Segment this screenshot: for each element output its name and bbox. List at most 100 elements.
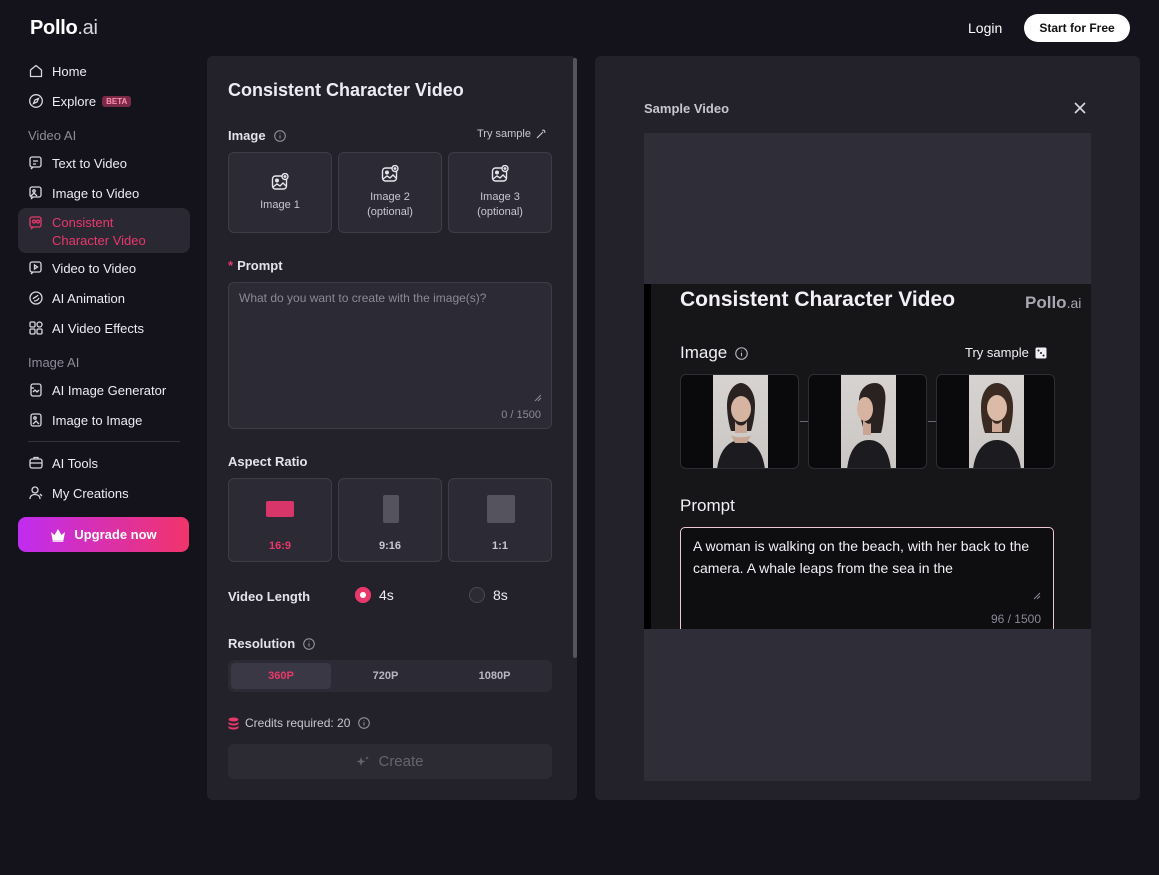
slot-optional-label: (optional) <box>367 206 413 218</box>
radio-unselected-indicator <box>469 587 485 603</box>
image-to-video-icon <box>28 185 44 201</box>
sidebar-item-home[interactable]: Home <box>18 56 190 86</box>
reference-image-card <box>808 374 927 469</box>
video-length-label-row: Video Length <box>228 589 310 604</box>
pollo-logo[interactable]: Pollo.ai <box>30 17 98 40</box>
aspect-ratio-9-16[interactable]: 9:16 <box>338 478 442 562</box>
reference-image-card <box>680 374 799 469</box>
info-icon[interactable] <box>358 717 371 729</box>
video-to-video-icon <box>28 260 44 276</box>
video-frame-content: Consistent Character Video Pollo.ai Imag… <box>644 284 1091 629</box>
sidebar-item-explore[interactable]: Explore BETA <box>18 86 190 116</box>
upgrade-now-button[interactable]: Upgrade now <box>18 517 189 552</box>
prompt-label: Prompt <box>237 258 283 273</box>
sample-video-panel: Sample Video Consistent Character Video … <box>595 56 1140 800</box>
video-try-sample-label: Try sample <box>965 345 1029 360</box>
info-icon[interactable] <box>273 129 286 142</box>
start-for-free-button[interactable]: Start for Free <box>1024 14 1130 42</box>
sidebar-item-ai-video-effects[interactable]: AI Video Effects <box>18 313 190 343</box>
video-prompt-text: A woman is walking on the beach, with he… <box>693 538 1030 576</box>
length-label: 8s <box>493 587 508 603</box>
sidebar-item-label: Image to Video <box>52 185 140 201</box>
user-icon <box>28 485 44 501</box>
video-try-sample: Try sample <box>965 345 1047 360</box>
aspect-ratio-1-1[interactable]: 1:1 <box>448 478 552 562</box>
resolution-option-360p[interactable]: 360P <box>231 663 331 689</box>
toolbox-icon <box>28 455 44 471</box>
consistent-character-icon <box>28 215 44 231</box>
sidebar-divider <box>28 441 180 442</box>
sample-video-player[interactable]: Consistent Character Video Pollo.ai Imag… <box>644 133 1091 781</box>
video-page-title: Consistent Character Video <box>680 288 956 311</box>
sidebar-item-label: AI Animation <box>52 290 125 306</box>
crown-icon <box>50 528 66 542</box>
sidebar-item-label: Home <box>52 63 87 79</box>
sidebar-item-video-to-video[interactable]: Video to Video <box>18 253 190 283</box>
sidebar-item-label: AI Tools <box>52 455 99 471</box>
ratio-label: 16:9 <box>268 540 292 552</box>
length-option-4s[interactable]: 4s <box>355 587 394 603</box>
close-icon[interactable] <box>1072 100 1088 116</box>
resolution-selector: 360P 720P 1080P <box>228 660 552 692</box>
resolution-option-1080p[interactable]: 1080P <box>440 663 549 689</box>
video-image-label-row: Image <box>680 343 749 363</box>
reference-image-card <box>936 374 1055 469</box>
try-sample-label: Try sample <box>477 128 531 140</box>
panel-scrollbar[interactable] <box>573 58 577 658</box>
resolution-label: Resolution <box>228 636 296 651</box>
sidebar-item-text-to-video[interactable]: Text to Video <box>18 148 190 178</box>
image-upload-slot-3[interactable]: Image 3 (optional) <box>448 152 552 233</box>
magic-wand-icon <box>535 128 547 140</box>
prompt-input[interactable] <box>229 283 551 393</box>
prompt-char-count: 0 / 1500 <box>501 409 541 421</box>
login-button[interactable]: Login <box>958 14 1012 42</box>
sidebar-item-ai-image-generator[interactable]: AI Image Generator <box>18 375 190 405</box>
prompt-box: 0 / 1500 <box>228 282 552 429</box>
portrait-photo <box>713 375 768 468</box>
image-upload-slot-2[interactable]: Image 2 (optional) <box>338 152 442 233</box>
home-icon <box>28 63 44 79</box>
aspect-ratio-label-row: Aspect Ratio <box>228 454 307 469</box>
sidebar-item-ai-tools[interactable]: AI Tools <box>18 448 190 478</box>
upgrade-label: Upgrade now <box>74 527 157 542</box>
radio-selected-indicator <box>355 587 371 603</box>
prompt-label-row: * Prompt <box>228 258 283 273</box>
ratio-16-9-shape <box>266 501 294 517</box>
create-label: Create <box>378 753 424 770</box>
sidebar-item-image-to-image[interactable]: Image to Image <box>18 405 190 435</box>
info-icon[interactable] <box>303 637 315 650</box>
length-option-8s[interactable]: 8s <box>469 587 508 603</box>
try-sample-link[interactable]: Try sample <box>477 128 547 140</box>
sidebar-item-label: Consistent Character Video <box>52 215 146 248</box>
video-prompt-box: A woman is walking on the beach, with he… <box>680 527 1054 629</box>
sidebar-item-label: AI Video Effects <box>52 320 145 336</box>
image-upload-slot-1[interactable]: Image 1 <box>228 152 332 233</box>
video-screen: Consistent Character Video Pollo.ai Imag… <box>651 284 1091 629</box>
sidebar-item-label: My Creations <box>52 485 129 501</box>
length-label: 4s <box>379 587 394 603</box>
video-logo: Pollo.ai <box>1025 293 1081 313</box>
portrait-photo-profile <box>841 375 896 468</box>
logo-suffix: .ai <box>77 17 98 39</box>
animation-icon <box>28 290 44 306</box>
resize-handle-icon[interactable] <box>534 394 542 402</box>
video-prompt-count: 96 / 1500 <box>990 612 1041 626</box>
effects-grid-icon <box>28 320 44 336</box>
sidebar-item-label: Image to Image <box>52 412 143 428</box>
create-button[interactable]: Create <box>228 744 552 779</box>
image-label: Image <box>228 128 266 143</box>
sidebar-item-label: AI Image Generator <box>52 382 167 398</box>
aspect-ratio-16-9[interactable]: 16:9 <box>228 478 332 562</box>
sidebar-item-consistent-character-video[interactable]: Consistent Character Video <box>18 208 190 253</box>
sidebar-item-image-to-video[interactable]: Image to Video <box>18 178 190 208</box>
resolution-option-720p[interactable]: 720P <box>331 663 440 689</box>
text-to-video-icon <box>28 155 44 171</box>
image-to-image-icon <box>28 412 44 428</box>
sidebar-nav: Home Explore BETA Video AI Text to Video… <box>18 56 190 508</box>
sidebar-item-ai-animation[interactable]: AI Animation <box>18 283 190 313</box>
sidebar-item-my-creations[interactable]: My Creations <box>18 478 190 508</box>
add-image-icon <box>491 164 509 188</box>
sidebar-item-label: Explore <box>52 93 97 109</box>
compass-icon <box>28 93 44 109</box>
add-image-icon <box>271 172 289 196</box>
